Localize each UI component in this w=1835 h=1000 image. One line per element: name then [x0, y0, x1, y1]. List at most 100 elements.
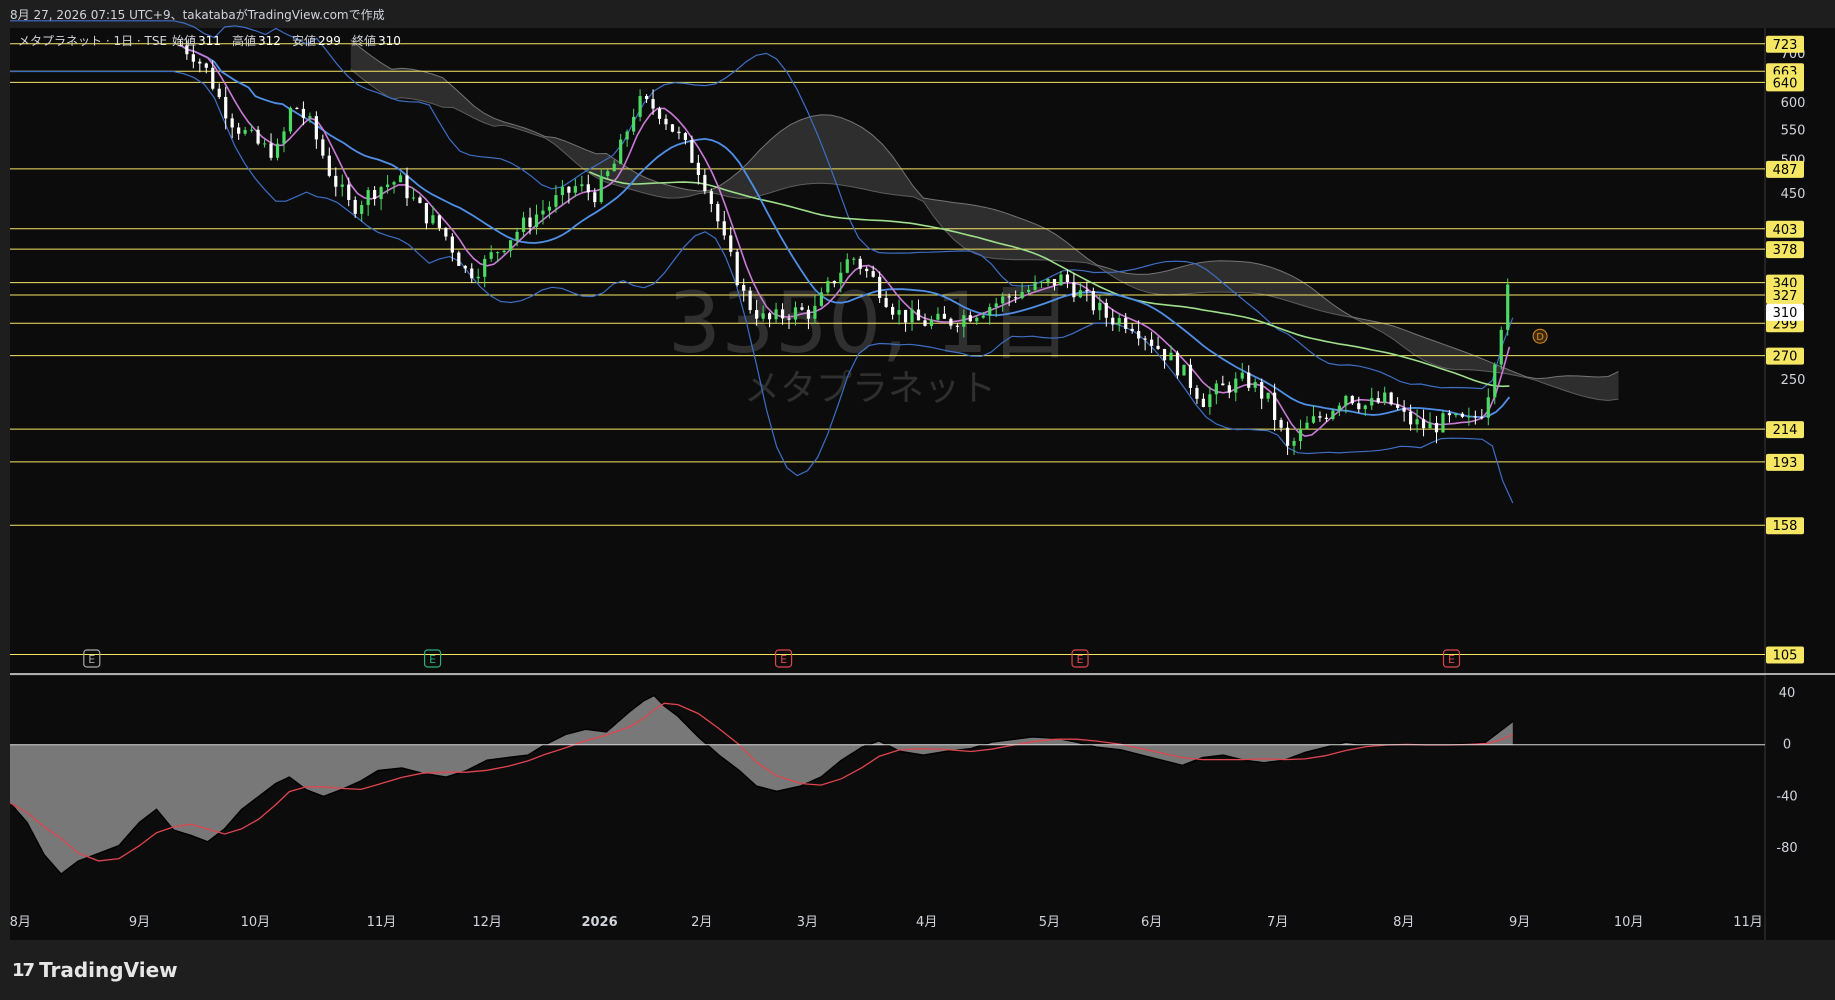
- candle-body: [250, 129, 254, 131]
- candle-body: [936, 313, 940, 320]
- candle-body: [1337, 405, 1341, 411]
- candle-body: [560, 186, 564, 196]
- candle-body: [431, 215, 435, 224]
- candle-body: [217, 88, 221, 97]
- candle-body: [353, 199, 357, 214]
- candle-body: [437, 215, 441, 228]
- candle-body: [1182, 364, 1186, 376]
- candle-body: [573, 186, 577, 193]
- candle-body: [793, 307, 798, 320]
- candle-body: [891, 306, 895, 315]
- candle-body: [683, 133, 688, 140]
- time-tick-label: 2026: [581, 915, 617, 930]
- candle-body: [1098, 302, 1102, 311]
- candle-body: [1175, 352, 1180, 376]
- candle-body: [1273, 392, 1277, 421]
- candle-body: [314, 116, 318, 140]
- candle-body: [1499, 329, 1503, 365]
- candle-body: [295, 107, 299, 109]
- candle-body: [1195, 387, 1199, 399]
- candle-body: [224, 96, 228, 119]
- earnings-label: E: [429, 653, 436, 666]
- candle-body: [619, 139, 623, 164]
- candle-body: [806, 309, 811, 319]
- candle-body: [1428, 422, 1432, 429]
- candle-body: [1201, 398, 1205, 407]
- chart-canvas[interactable]: 3350, 1日メタプラネット7006005505004502507236636…: [0, 0, 1835, 1000]
- tradingview-logo[interactable]: 17 TradingView: [12, 958, 178, 982]
- candle-body: [198, 61, 202, 64]
- attribution-text: 8月 27, 2026 07:15 UTC+9、takatabaがTrading…: [10, 8, 385, 22]
- candle-body: [981, 315, 985, 318]
- earnings-label: E: [1077, 653, 1084, 666]
- candle-body: [321, 139, 325, 156]
- time-axis-pane: [10, 904, 1765, 940]
- candle-body: [1014, 297, 1018, 299]
- candle-body: [1383, 392, 1387, 403]
- candle-body: [1104, 302, 1108, 318]
- candle-body: [1033, 282, 1037, 290]
- candle-body: [282, 131, 286, 144]
- candle-body: [347, 184, 351, 200]
- candle-body: [852, 258, 856, 260]
- candle: [670, 123, 675, 133]
- candle-body: [360, 205, 364, 214]
- time-tick-label: 8月: [1393, 915, 1414, 930]
- candle-body: [975, 317, 979, 322]
- candle-body: [1473, 416, 1477, 418]
- candle-body: [878, 276, 882, 298]
- candle-body: [780, 309, 785, 319]
- level-tag-label: 270: [1773, 350, 1798, 365]
- level-tag-label: 193: [1773, 456, 1798, 471]
- candle-body: [1493, 364, 1497, 398]
- candle-body: [1389, 392, 1393, 405]
- candle-body: [1007, 296, 1011, 298]
- candle-body: [858, 258, 862, 269]
- price-tick-label: 450: [1781, 187, 1806, 202]
- candle-body: [1065, 274, 1070, 283]
- candle: [457, 250, 461, 266]
- candle-body: [1240, 372, 1244, 379]
- watermark-name: メタプラネット: [744, 368, 996, 409]
- candle-body: [1279, 420, 1283, 428]
- candle-body: [1402, 407, 1406, 412]
- candle-body: [327, 155, 331, 176]
- candle-body: [1305, 422, 1309, 429]
- candle-body: [1408, 411, 1413, 425]
- candle-body: [366, 190, 370, 206]
- time-tick-label: 2月: [691, 915, 712, 930]
- candle-body: [1253, 382, 1257, 388]
- candle-body: [612, 163, 616, 172]
- candle-body: [340, 184, 344, 187]
- candle: [288, 106, 293, 134]
- candle-body: [1234, 378, 1238, 393]
- candle-body: [994, 303, 998, 308]
- candle: [735, 249, 739, 287]
- candle-body: [774, 309, 778, 320]
- candle-body: [787, 318, 791, 320]
- candle-body: [916, 309, 921, 321]
- candle-body: [968, 315, 972, 322]
- candle-body: [690, 139, 694, 163]
- oscillator-tick-label: 40: [1779, 686, 1796, 701]
- candle-body: [398, 175, 403, 183]
- earnings-label: E: [88, 653, 95, 666]
- time-tick-label: 9月: [129, 915, 150, 930]
- candle-body: [884, 297, 888, 307]
- candle-body: [677, 131, 681, 134]
- candle-body: [483, 258, 487, 277]
- candle-body: [528, 217, 532, 228]
- candle-body: [204, 63, 208, 68]
- oscillator-tick-label: -80: [1776, 841, 1797, 856]
- candle-body: [1046, 278, 1050, 283]
- candle-body: [1324, 417, 1329, 419]
- candle-body: [819, 292, 823, 306]
- oscillator-pane: [10, 676, 1765, 904]
- candle-body: [1247, 372, 1251, 388]
- level-tag-label: 640: [1773, 76, 1798, 91]
- candle-body: [521, 217, 526, 232]
- candle-body: [191, 54, 195, 62]
- candle-body: [1350, 395, 1354, 404]
- candle-body: [301, 108, 306, 118]
- candle-body: [625, 131, 629, 140]
